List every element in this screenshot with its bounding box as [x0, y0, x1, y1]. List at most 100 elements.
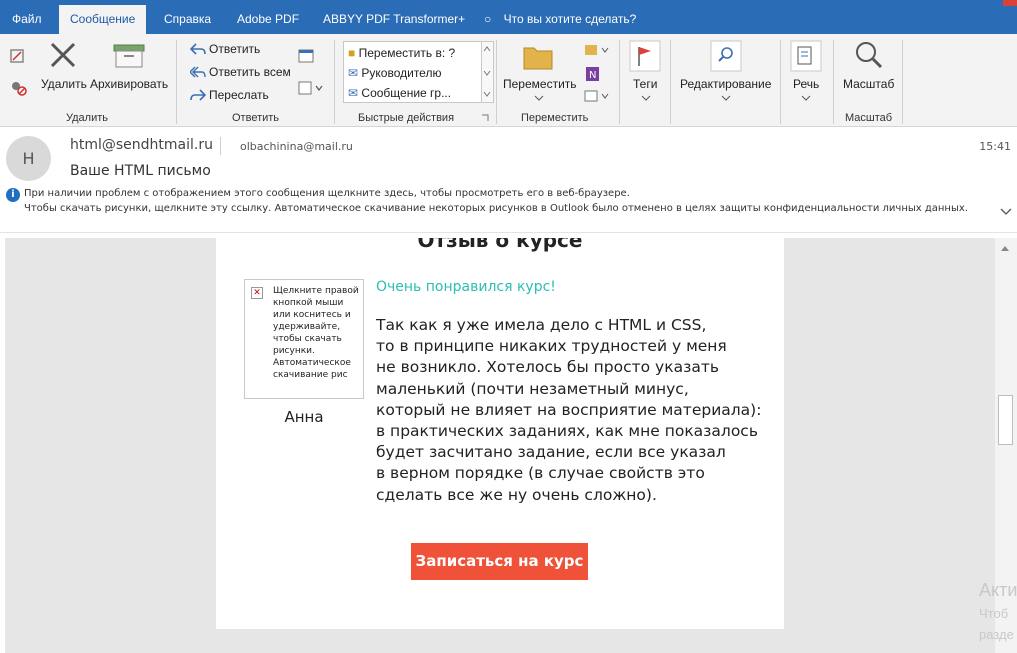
- ribbon-separator: [334, 40, 335, 124]
- folder-icon: ■: [348, 46, 356, 60]
- quick-steps-scroll[interactable]: [482, 41, 494, 103]
- ribbon-separator: [619, 40, 620, 124]
- editing-label: Редактирование: [680, 77, 772, 91]
- tab-help[interactable]: Справка: [164, 5, 211, 34]
- forward-label: Переслать: [209, 88, 269, 102]
- tab-file[interactable]: Файл: [12, 5, 42, 34]
- activation-watermark-text: разде: [979, 627, 1014, 642]
- email-card: Отзыв о курсе ✕ Щелкните правой кнопкой …: [216, 238, 784, 629]
- quick-step-team-email[interactable]: ✉ Сообщение гр...: [348, 83, 451, 103]
- more-respond-icon[interactable]: [298, 80, 324, 96]
- rules-icon[interactable]: [584, 42, 610, 58]
- tab-abbyy[interactable]: ABBYY PDF Transformer+: [323, 5, 465, 34]
- review-line: маленький (почти незаметный минус,: [376, 379, 689, 398]
- scroll-arrows-icon: [483, 46, 491, 97]
- move-button[interactable]: Переместить: [503, 77, 577, 91]
- ribbon-separator: [902, 40, 903, 124]
- chevron-down-icon: [534, 95, 544, 101]
- quick-steps-gallery: ■ Переместить в: ? ✉ Руководителю ✉ Сооб…: [343, 41, 482, 103]
- ignore-icon[interactable]: [9, 48, 25, 64]
- blocked-image-text: Щелкните правой кнопкой мыши или косните…: [273, 286, 359, 380]
- message-header: H html@sendhtmail.ru olbachinina@mail.ru…: [0, 127, 1017, 233]
- header-divider: [220, 137, 221, 155]
- chevron-down-icon: [801, 95, 811, 101]
- review-title: Отзыв о курсе: [417, 238, 583, 252]
- tab-adobe-pdf[interactable]: Adobe PDF: [237, 5, 299, 34]
- speech-label: Речь: [793, 77, 820, 91]
- move-group-label: Переместить: [521, 112, 589, 124]
- review-line: в верном порядке (в случае свойств это: [376, 464, 705, 483]
- archive-button[interactable]: Архивировать: [90, 77, 168, 91]
- forward-icon: [190, 89, 206, 101]
- flag-icon: [629, 40, 661, 72]
- review-line: сделать все же ну очень сложно).: [376, 485, 657, 504]
- delete-group-label: Удалить: [66, 112, 108, 124]
- blocked-image-placeholder[interactable]: ✕ Щелкните правой кнопкой мыши или косни…: [244, 279, 364, 399]
- meeting-icon[interactable]: [298, 48, 316, 64]
- zoom-label: Масштаб: [843, 77, 895, 91]
- review-text: Так как я уже имела дело с HTML и CSS, т…: [376, 315, 761, 506]
- ribbon-separator: [780, 40, 781, 124]
- enroll-button[interactable]: Записаться на курс: [411, 543, 588, 580]
- archive-icon[interactable]: [112, 43, 146, 69]
- review-line: будет засчитано задание, если все указал: [376, 443, 726, 462]
- info-icon: i: [6, 188, 20, 202]
- reply-all-icon: [190, 66, 206, 78]
- lightbulb-icon: ○: [484, 12, 492, 26]
- move-folder-icon[interactable]: [523, 42, 553, 70]
- scroll-thumb[interactable]: [998, 395, 1013, 445]
- expand-chevron-icon[interactable]: [1000, 208, 1012, 216]
- recipient-address[interactable]: olbachinina@mail.ru: [240, 140, 353, 153]
- avatar[interactable]: H: [6, 136, 51, 181]
- sender-address[interactable]: html@sendhtmail.ru: [70, 137, 213, 153]
- reply-icon: [190, 43, 206, 55]
- review-author: Анна: [284, 408, 324, 426]
- activation-watermark-text: Чтоб: [979, 606, 1009, 621]
- broken-image-icon: ✕: [251, 287, 263, 299]
- window-close-corner[interactable]: [1003, 0, 1017, 6]
- quick-step-move[interactable]: ■ Переместить в: ?: [348, 43, 455, 63]
- zoom-icon: [856, 42, 883, 69]
- zoom-group-label: Масштаб: [845, 112, 893, 124]
- email-body: Отзыв о курсе ✕ Щелкните правой кнопкой …: [5, 238, 995, 653]
- junk-icon[interactable]: [9, 80, 33, 96]
- svg-text:N: N: [589, 70, 596, 81]
- activation-watermark-title: Акти: [979, 580, 1017, 600]
- tell-me-label: Что вы хотите сделать?: [503, 12, 637, 26]
- tab-message[interactable]: Сообщение: [59, 5, 147, 34]
- quick-steps-group-label: Быстрые действия: [358, 112, 455, 124]
- ribbon-separator: [833, 40, 834, 124]
- read-aloud-icon: [790, 40, 822, 72]
- review-line: то в принципе никаких трудностей у меня: [376, 337, 727, 356]
- delete-icon[interactable]: [48, 40, 78, 70]
- review-line: не возникло. Хотелось бы просто указать: [376, 358, 719, 377]
- delete-button[interactable]: Удалить: [41, 77, 87, 91]
- respond-group-label: Ответить: [232, 112, 280, 124]
- scroll-up-icon[interactable]: [1001, 246, 1009, 251]
- ribbon-separator: [176, 40, 177, 124]
- tags-label: Теги: [633, 77, 658, 91]
- find-icon: [710, 40, 742, 72]
- review-line: который не влияет на восприятие материал…: [376, 400, 762, 419]
- download-images-notice[interactable]: Чтобы скачать рисунки, щелкните эту ссыл…: [24, 203, 968, 214]
- review-headline: Очень понравился курс!: [376, 279, 556, 295]
- ribbon-separator: [496, 40, 497, 124]
- message-time: 15:41: [979, 140, 1011, 153]
- tell-me-search[interactable]: ○ Что вы хотите сделать?: [484, 5, 636, 34]
- mail-icon: ✉: [348, 86, 359, 100]
- ribbon: Удалить Архивировать Удалить Ответить От…: [0, 34, 1017, 127]
- review-line: в практических заданиях, как мне показал…: [376, 422, 758, 441]
- reply-label: Ответить: [209, 42, 261, 56]
- onenote-icon[interactable]: N: [584, 66, 604, 82]
- chevron-down-icon: [721, 95, 731, 101]
- mail-forward-icon: ✉: [348, 66, 359, 80]
- review-line: Так как я уже имела дело с HTML и CSS,: [376, 316, 707, 334]
- view-in-browser-notice[interactable]: При наличии проблем с отображением этого…: [24, 188, 630, 199]
- quick-step-manager[interactable]: ✉ Руководителю: [348, 63, 441, 83]
- chevron-down-icon: [641, 95, 651, 101]
- reply-all-label: Ответить всем: [209, 65, 291, 79]
- ribbon-separator: [670, 40, 671, 124]
- dialog-launcher-icon[interactable]: [481, 114, 489, 122]
- ribbon-tab-bar: Файл Сообщение Справка Adobe PDF ABBYY P…: [0, 0, 1017, 34]
- actions-icon[interactable]: [584, 88, 610, 104]
